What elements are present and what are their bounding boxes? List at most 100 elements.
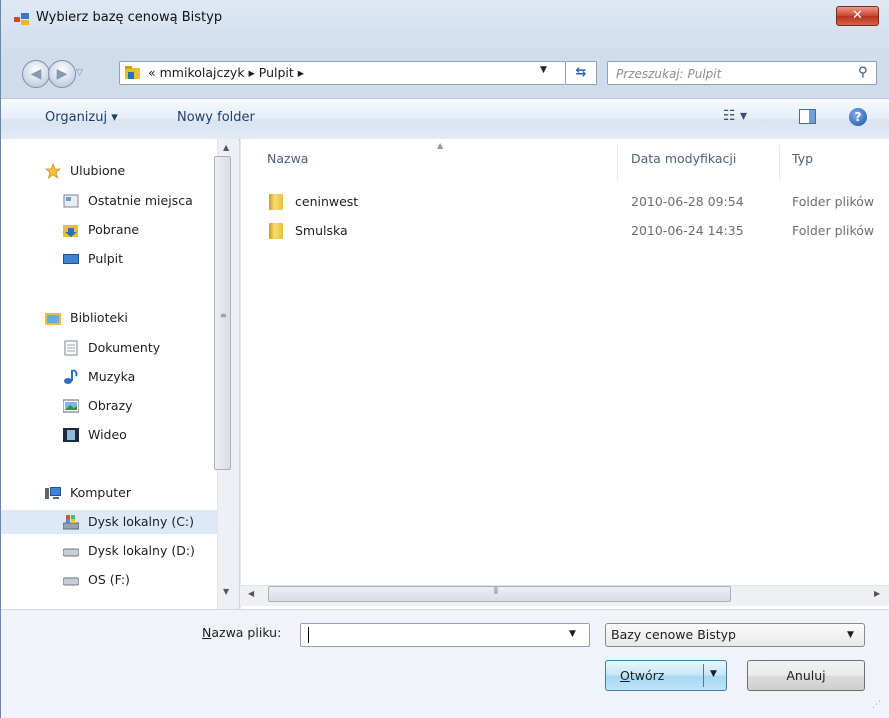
drive-icon (63, 548, 79, 557)
cancel-button[interactable]: Anuluj (747, 660, 865, 691)
filename-input[interactable]: ▼ (300, 623, 590, 647)
nav-libraries[interactable]: Biblioteki (1, 306, 218, 330)
file-date: 2010-06-24 14:35 (631, 223, 744, 238)
star-icon (45, 163, 61, 179)
address-bar[interactable]: « mmikolajczyk ▸ Pulpit ▸ ▼ (119, 61, 566, 85)
filename-label-text: azwa pliku: (211, 625, 282, 640)
history-dropdown-icon[interactable]: ▽ (76, 68, 83, 78)
open-button-label: Otwórz (620, 668, 664, 683)
sort-asc-icon: ▲ (437, 141, 444, 150)
downloads-icon (63, 225, 78, 237)
scroll-down-icon[interactable]: ▼ (223, 587, 229, 596)
help-button[interactable]: ? (849, 108, 867, 126)
file-name: Smulska (295, 223, 348, 238)
nav-item-label: Ostatnie miejsca (88, 193, 193, 208)
column-divider[interactable] (779, 145, 780, 181)
desktop-icon (63, 254, 79, 264)
horizontal-scrollbar-thumb[interactable]: ⦀ (268, 586, 731, 602)
chevron-down-icon[interactable]: ▼ (569, 629, 576, 639)
nav-item-label: Pobrane (88, 222, 140, 237)
nav-item-label: Dokumenty (88, 340, 161, 355)
open-button[interactable]: Otwórz ▼ (605, 660, 727, 691)
folder-icon (125, 66, 140, 79)
file-list: Nazwa ▲ Data modyfikacji Typ ceninwest 2… (240, 139, 889, 609)
navigation-pane: Ulubione Ostatnie miejsca Pobrane Pulpit… (1, 139, 239, 609)
change-view-button[interactable]: ☷ ▾ (723, 108, 747, 124)
arrow-left-icon: ◀ (30, 66, 42, 82)
nav-item-label: Dysk lokalny (D:) (88, 543, 195, 558)
filename-label: Nazwa pliku: (202, 625, 281, 640)
file-type-select[interactable]: Bazy cenowe Bistyp ▼ (605, 623, 865, 647)
grip-icon: ≡ (220, 311, 227, 320)
nav-item-label: Dysk lokalny (C:) (88, 514, 195, 529)
nav-item-recent-places[interactable]: Ostatnie miejsca (1, 189, 218, 213)
search-box[interactable]: ⚲ (607, 61, 877, 85)
chevron-down-icon[interactable]: ▼ (710, 669, 717, 679)
nav-favorites[interactable]: Ulubione (1, 159, 218, 183)
column-header-name[interactable]: Nazwa (267, 151, 308, 166)
nav-item-music[interactable]: Muzyka (1, 365, 218, 389)
music-icon (64, 369, 78, 384)
nav-item-label: Pulpit (88, 251, 124, 266)
computer-icon (45, 487, 61, 499)
app-icon (14, 13, 29, 25)
nav-item-drive-f[interactable]: OS (F:) (1, 568, 218, 592)
folder-icon (269, 223, 283, 239)
column-header-type[interactable]: Typ (792, 151, 813, 166)
breadcrumb[interactable]: « mmikolajczyk ▸ Pulpit ▸ (148, 65, 304, 80)
scroll-right-icon[interactable]: ▶ (874, 589, 880, 598)
chevron-down-icon[interactable]: ▼ (847, 630, 854, 640)
file-row[interactable]: ceninwest 2010-06-28 09:54 Folder plików (241, 190, 889, 214)
documents-icon (64, 340, 78, 356)
file-name: ceninwest (295, 194, 359, 209)
nav-libraries-label: Biblioteki (70, 310, 128, 325)
forward-button[interactable]: ▶ (48, 60, 76, 88)
file-type: Folder plików (792, 223, 875, 238)
scroll-up-icon[interactable]: ▲ (223, 143, 229, 152)
nav-item-label: Muzyka (88, 369, 136, 384)
videos-icon (63, 428, 79, 442)
grip-icon: ⦀ (494, 587, 498, 597)
recent-places-icon (63, 194, 79, 208)
chevron-down-icon[interactable]: ▼ (540, 65, 547, 75)
file-type-value: Bazy cenowe Bistyp (611, 627, 736, 642)
back-button[interactable]: ◀ (22, 60, 50, 88)
search-input[interactable] (614, 64, 848, 84)
new-folder-button[interactable]: Nowy folder (177, 110, 255, 125)
search-icon[interactable]: ⚲ (858, 65, 868, 80)
command-toolbar: Organizuj ▾ Nowy folder ☷ ▾ ? (1, 98, 889, 140)
nav-item-documents[interactable]: Dokumenty (1, 336, 218, 360)
open-label-accesskey: O (620, 668, 630, 683)
drive-icon (63, 577, 79, 586)
file-date: 2010-06-28 09:54 (631, 194, 744, 209)
arrow-right-icon: ▶ (56, 66, 68, 82)
refresh-button[interactable]: ⇆ (566, 61, 597, 85)
nav-favorites-label: Ulubione (70, 163, 126, 178)
libraries-icon (45, 313, 61, 325)
title-bar[interactable]: Wybierz bazę cenową Bistyp ✕ (0, 0, 889, 38)
nav-scrollbar-thumb[interactable]: ≡ (214, 156, 231, 470)
organize-button[interactable]: Organizuj ▾ (45, 110, 118, 125)
nav-item-videos[interactable]: Wideo (1, 423, 218, 447)
column-divider[interactable] (617, 145, 618, 181)
file-type: Folder plików (792, 194, 875, 209)
nav-item-drive-c[interactable]: Dysk lokalny (C:) (1, 510, 218, 534)
column-header-date[interactable]: Data modyfikacji (631, 151, 736, 166)
nav-item-drive-d[interactable]: Dysk lokalny (D:) (1, 539, 218, 563)
filename-label-accesskey: N (202, 625, 212, 640)
folder-icon (269, 194, 283, 210)
preview-pane-icon[interactable] (799, 109, 816, 124)
resize-grip-icon[interactable]: ⋰ (872, 700, 881, 710)
refresh-icon: ⇆ (575, 65, 587, 80)
nav-item-label: Obrazy (88, 398, 133, 413)
nav-item-downloads[interactable]: Pobrane (1, 218, 218, 242)
nav-item-desktop[interactable]: Pulpit (1, 247, 218, 271)
nav-computer[interactable]: Komputer (1, 481, 218, 505)
close-button[interactable]: ✕ (836, 6, 879, 26)
split-divider (703, 664, 704, 687)
nav-computer-label: Komputer (70, 485, 131, 500)
scroll-left-icon[interactable]: ◀ (248, 589, 254, 598)
nav-item-pictures[interactable]: Obrazy (1, 394, 218, 418)
file-row[interactable]: Smulska 2010-06-24 14:35 Folder plików (241, 219, 889, 243)
nav-item-label: Wideo (88, 427, 127, 442)
